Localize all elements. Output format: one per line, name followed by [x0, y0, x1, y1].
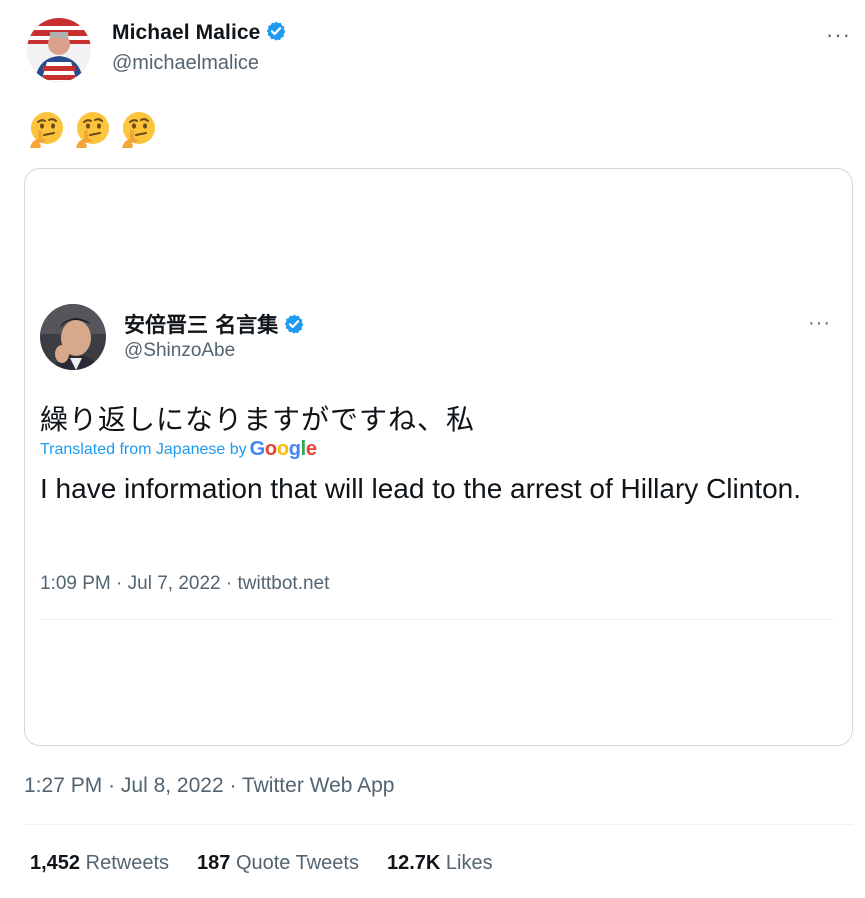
likes-stat[interactable]: 12.7K Likes [387, 852, 493, 875]
quoted-author-handle: @ShinzoAbe [124, 340, 236, 361]
more-options-icon: ··· [808, 312, 831, 334]
tweet-source[interactable]: Twitter Web App [242, 774, 395, 797]
thinking-face-icon [30, 112, 63, 148]
quoted-translation-text: I have information that will lead to the… [40, 473, 802, 504]
translated-by-google: Translated from Japanese by Google [40, 438, 317, 461]
verified-badge-icon [283, 313, 305, 340]
quoted-author-avatar [40, 304, 106, 370]
tweet-date[interactable]: Jul 8, 2022 [121, 774, 224, 797]
meta-separator: · [225, 573, 233, 594]
divider [24, 824, 853, 825]
quoted-tweet-meta: 1:09 PM · Jul 7, 2022 · twittbot.net [40, 573, 329, 595]
likes-count: 12.7K [386, 852, 441, 874]
author-handle[interactable]: @michaelmalice [112, 52, 259, 75]
tweet-meta: 1:27 PM · Jul 8, 2022 · Twitter Web App [24, 774, 395, 798]
meta-separator: · [229, 774, 237, 797]
thinking-face-icon [76, 112, 109, 148]
quote-tweets-count: 187 [197, 852, 231, 874]
quoted-original-text: 繰り返しになりますがですね、私 [40, 403, 476, 436]
more-options-icon[interactable]: ··· [826, 22, 851, 48]
quoted-author-name: 安倍晋三 名言集 [124, 309, 305, 340]
meta-separator: · [116, 573, 123, 594]
likes-label: Likes [445, 852, 493, 874]
meta-separator: · [108, 774, 116, 797]
tweet-text [26, 110, 158, 150]
retweets-count: 1,452 [30, 852, 81, 874]
quote-tweets-stat[interactable]: 187 Quote Tweets [197, 852, 359, 875]
author-name[interactable]: Michael Malice [112, 20, 287, 48]
quoted-timestamp: 1:09 PM [40, 573, 111, 594]
quoted-source: twittbot.net [237, 573, 330, 594]
quoted-date: Jul 7, 2022 [127, 573, 221, 594]
thinking-face-icon [122, 112, 155, 148]
verified-badge-icon [265, 20, 287, 48]
retweets-label: Retweets [85, 852, 169, 874]
retweets-stat[interactable]: 1,452 Retweets [30, 852, 169, 875]
tweet-stats: 1,452 Retweets 187 Quote Tweets 12.7K Li… [30, 852, 493, 875]
quoted-divider [40, 619, 835, 620]
google-logo: Google [249, 438, 317, 460]
tweet-timestamp[interactable]: 1:27 PM [24, 774, 102, 797]
author-avatar[interactable] [27, 18, 91, 82]
author-name-text[interactable]: Michael Malice [112, 21, 260, 44]
quoted-author-name-text: 安倍晋三 名言集 [124, 313, 279, 337]
translated-label: Translated from Japanese by [40, 441, 247, 458]
quote-tweets-label: Quote Tweets [235, 852, 359, 874]
